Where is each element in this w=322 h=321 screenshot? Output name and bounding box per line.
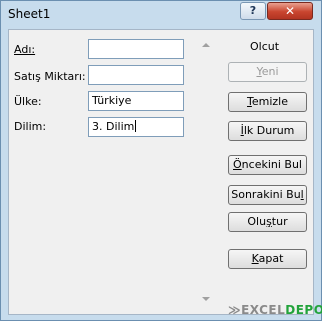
clear-button[interactable]: Temizle — [228, 92, 307, 112]
slice-label: Dilim: — [14, 120, 47, 133]
scroll-up-arrow-icon[interactable] — [202, 43, 210, 47]
help-button[interactable]: ? — [240, 2, 266, 20]
name-field[interactable] — [88, 39, 184, 59]
new-button[interactable]: Yeni — [228, 62, 307, 82]
title-bar[interactable]: Sheet1 ? ✕ — [1, 1, 321, 28]
sales-amount-field[interactable] — [88, 65, 184, 85]
text-caret — [135, 120, 137, 132]
criteria-heading: Olcut — [250, 40, 280, 53]
window-title: Sheet1 — [8, 7, 51, 21]
slice-field[interactable]: 3. Dilim — [88, 117, 184, 137]
initial-state-button[interactable]: İlk Durum — [228, 121, 307, 141]
name-label: Adı: — [14, 43, 36, 56]
slice-field-value: 3. Dilim — [92, 120, 135, 133]
sales-amount-label: Satış Miktarı: — [14, 70, 86, 83]
country-field[interactable]: Türkiye — [88, 91, 184, 111]
close-button[interactable]: ✕ — [267, 2, 313, 20]
close-dialog-button[interactable]: Kapat — [228, 249, 307, 269]
find-next-button[interactable]: Sonrakini Bul — [228, 185, 307, 205]
scroll-down-arrow-icon[interactable] — [202, 297, 210, 301]
create-button[interactable]: Oluştur — [228, 212, 307, 232]
find-previous-button[interactable]: Öncekini Bul — [228, 155, 307, 175]
dialog-body: Adı: Satış Miktarı: Ülke: Türkiye Dilim:… — [8, 29, 314, 315]
country-label: Ülke: — [14, 95, 42, 108]
record-scrollbar[interactable] — [199, 36, 213, 312]
watermark-arrow-icon: ≫ — [228, 303, 242, 317]
excel-depo-watermark: ≫EXCELDEPO — [228, 303, 322, 317]
dialog-window: Sheet1 ? ✕ Adı: Satış Miktarı: Ülke: Tür… — [0, 0, 322, 321]
